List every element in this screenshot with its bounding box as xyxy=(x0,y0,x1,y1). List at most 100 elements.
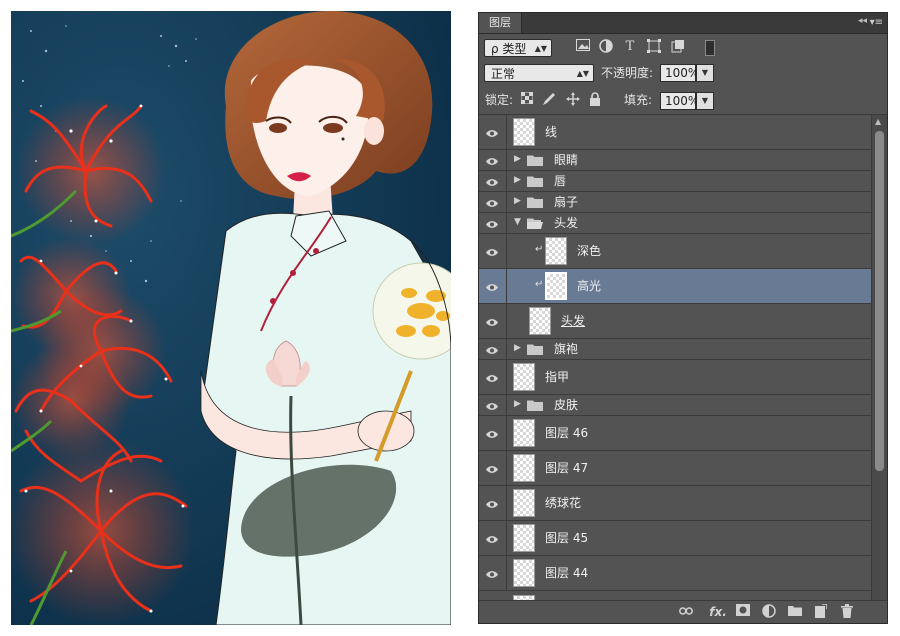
dropdown-arrow-icon: ▲▼ xyxy=(534,44,547,53)
new-group-icon[interactable] xyxy=(787,604,803,620)
delete-layer-icon[interactable] xyxy=(839,604,855,620)
panel-menu-icon[interactable]: ▾≡ xyxy=(870,17,883,28)
image-filter-icon[interactable] xyxy=(575,39,591,55)
lock-all-icon[interactable] xyxy=(587,92,603,108)
visibility-toggle[interactable] xyxy=(479,486,507,520)
lock-label: 锁定: xyxy=(485,93,514,107)
blend-row: 正常 ▲▼ 不透明度: 100% ▼ xyxy=(479,62,887,88)
opacity-field[interactable]: 100% xyxy=(660,64,699,82)
eye-icon xyxy=(486,197,498,207)
visibility-toggle[interactable] xyxy=(479,150,507,170)
visibility-toggle[interactable] xyxy=(479,556,507,590)
layer-thumbnail[interactable] xyxy=(513,419,535,447)
adjustment-layer-icon[interactable] xyxy=(761,604,777,620)
clipping-mask-icon: ↵ xyxy=(535,244,544,255)
visibility-toggle[interactable] xyxy=(479,213,507,233)
layer-thumbnail[interactable] xyxy=(513,454,535,482)
layer-thumbnail[interactable] xyxy=(529,307,551,335)
folder-icon xyxy=(527,343,543,355)
tab-layers[interactable]: 图层 xyxy=(479,13,522,33)
layer-thumbnail[interactable] xyxy=(513,118,535,146)
layer-row[interactable]: 绣球花 xyxy=(479,486,871,521)
scrollbar-thumb[interactable] xyxy=(875,131,884,471)
filter-type-dropdown[interactable]: ρ 类型 ▲▼ xyxy=(484,39,552,57)
layer-thumbnail[interactable] xyxy=(513,363,535,391)
text-filter-icon[interactable]: T xyxy=(622,39,638,55)
layer-thumbnail[interactable] xyxy=(513,559,535,587)
layer-row[interactable]: 图层 47 xyxy=(479,451,871,486)
folder-icon xyxy=(527,175,543,187)
visibility-toggle[interactable] xyxy=(479,521,507,555)
expand-group-icon[interactable]: ▶ xyxy=(514,343,521,353)
smart-object-filter-icon[interactable] xyxy=(670,39,686,55)
layer-row[interactable]: ▶ 唇 xyxy=(479,171,871,192)
visibility-toggle[interactable] xyxy=(479,339,507,359)
layer-row[interactable]: ▶ 旗袍 xyxy=(479,339,871,360)
layer-row[interactable]: ▶ 眼睛 xyxy=(479,150,871,171)
visibility-toggle[interactable] xyxy=(479,115,507,149)
layer-row[interactable]: 线 xyxy=(479,115,871,150)
fill-slider-button[interactable]: ▼ xyxy=(696,92,714,110)
lock-pixels-icon[interactable] xyxy=(541,92,557,108)
visibility-toggle[interactable] xyxy=(479,416,507,450)
layer-name: 图层 45 xyxy=(545,531,589,545)
collapse-group-icon[interactable]: ▼ xyxy=(514,217,521,227)
visibility-toggle[interactable] xyxy=(479,269,507,303)
blend-mode-dropdown[interactable]: 正常 ▲▼ xyxy=(484,64,594,82)
eye-icon xyxy=(486,463,498,473)
lock-position-icon[interactable] xyxy=(565,92,581,108)
new-layer-icon[interactable] xyxy=(813,603,829,620)
visibility-toggle[interactable] xyxy=(479,171,507,191)
layer-mask-icon[interactable] xyxy=(735,604,751,620)
layer-thumbnail[interactable] xyxy=(513,524,535,552)
eye-icon xyxy=(486,428,498,438)
fill-field[interactable]: 100% xyxy=(660,92,699,110)
layer-row[interactable]: 头发 xyxy=(479,304,871,339)
layer-name: 指甲 xyxy=(545,370,570,384)
filter-toggle-switch[interactable] xyxy=(705,40,715,56)
layer-row[interactable]: 图层 44 xyxy=(479,556,871,591)
visibility-toggle[interactable] xyxy=(479,304,507,338)
layer-row[interactable]: ▶ 扇子 xyxy=(479,192,871,213)
layer-name: 深色 xyxy=(577,244,602,258)
layer-list: 线 ▶ 眼睛 ▶ 唇 ▶ 扇子 ▼ 头发 ↵ 深色 ↵ 高光 头发 ▶ 旗袍 指甲 ▶ 皮肤 图层 46 图层 47 绣球… xyxy=(479,115,871,613)
layer-row[interactable]: ▼ 头发 xyxy=(479,213,871,234)
adjustment-filter-icon[interactable] xyxy=(598,39,614,55)
layer-row[interactable]: ↵ 高光 xyxy=(479,269,871,304)
layer-row[interactable]: 图层 45 xyxy=(479,521,871,556)
layer-name: 图层 47 xyxy=(545,461,589,475)
expand-group-icon[interactable]: ▶ xyxy=(514,399,521,409)
layer-thumbnail[interactable] xyxy=(513,489,535,517)
expand-group-icon[interactable]: ▶ xyxy=(514,175,521,185)
layer-row[interactable]: 图层 46 xyxy=(479,416,871,451)
layer-row[interactable]: ▶ 皮肤 xyxy=(479,395,871,416)
visibility-toggle[interactable] xyxy=(479,192,507,212)
expand-group-icon[interactable]: ▶ xyxy=(514,196,521,206)
lock-row: 锁定: 填充: 100% ▼ xyxy=(479,88,887,115)
link-layers-icon[interactable] xyxy=(678,604,694,620)
eye-icon xyxy=(486,218,498,228)
layer-name: 头发 xyxy=(561,314,586,328)
layer-name: 图层 46 xyxy=(545,426,589,440)
eye-icon xyxy=(486,316,498,326)
filter-row: ρ 类型 ▲▼ T xyxy=(479,34,887,62)
scroll-up-icon[interactable]: ▲ xyxy=(875,117,881,126)
eye-icon xyxy=(486,400,498,410)
expand-group-icon[interactable]: ▶ xyxy=(514,154,521,164)
shape-filter-icon[interactable] xyxy=(646,39,662,55)
layer-list-scrollbar[interactable]: ▲ ▼ xyxy=(871,115,887,613)
lock-transparent-icon[interactable] xyxy=(519,91,535,108)
visibility-toggle[interactable] xyxy=(479,234,507,268)
visibility-toggle[interactable] xyxy=(479,451,507,485)
visibility-toggle[interactable] xyxy=(479,360,507,394)
layer-name: 高光 xyxy=(577,279,602,293)
visibility-toggle[interactable] xyxy=(479,395,507,415)
layer-thumbnail[interactable] xyxy=(545,272,567,300)
layer-row[interactable]: 指甲 xyxy=(479,360,871,395)
opacity-slider-button[interactable]: ▼ xyxy=(696,64,714,82)
layer-name: 绣球花 xyxy=(545,496,582,510)
layer-row[interactable]: ↵ 深色 xyxy=(479,234,871,269)
collapse-icon[interactable]: ◂◂ xyxy=(858,16,867,26)
layer-thumbnail[interactable] xyxy=(545,237,567,265)
fx-icon[interactable]: fx. xyxy=(707,604,729,620)
